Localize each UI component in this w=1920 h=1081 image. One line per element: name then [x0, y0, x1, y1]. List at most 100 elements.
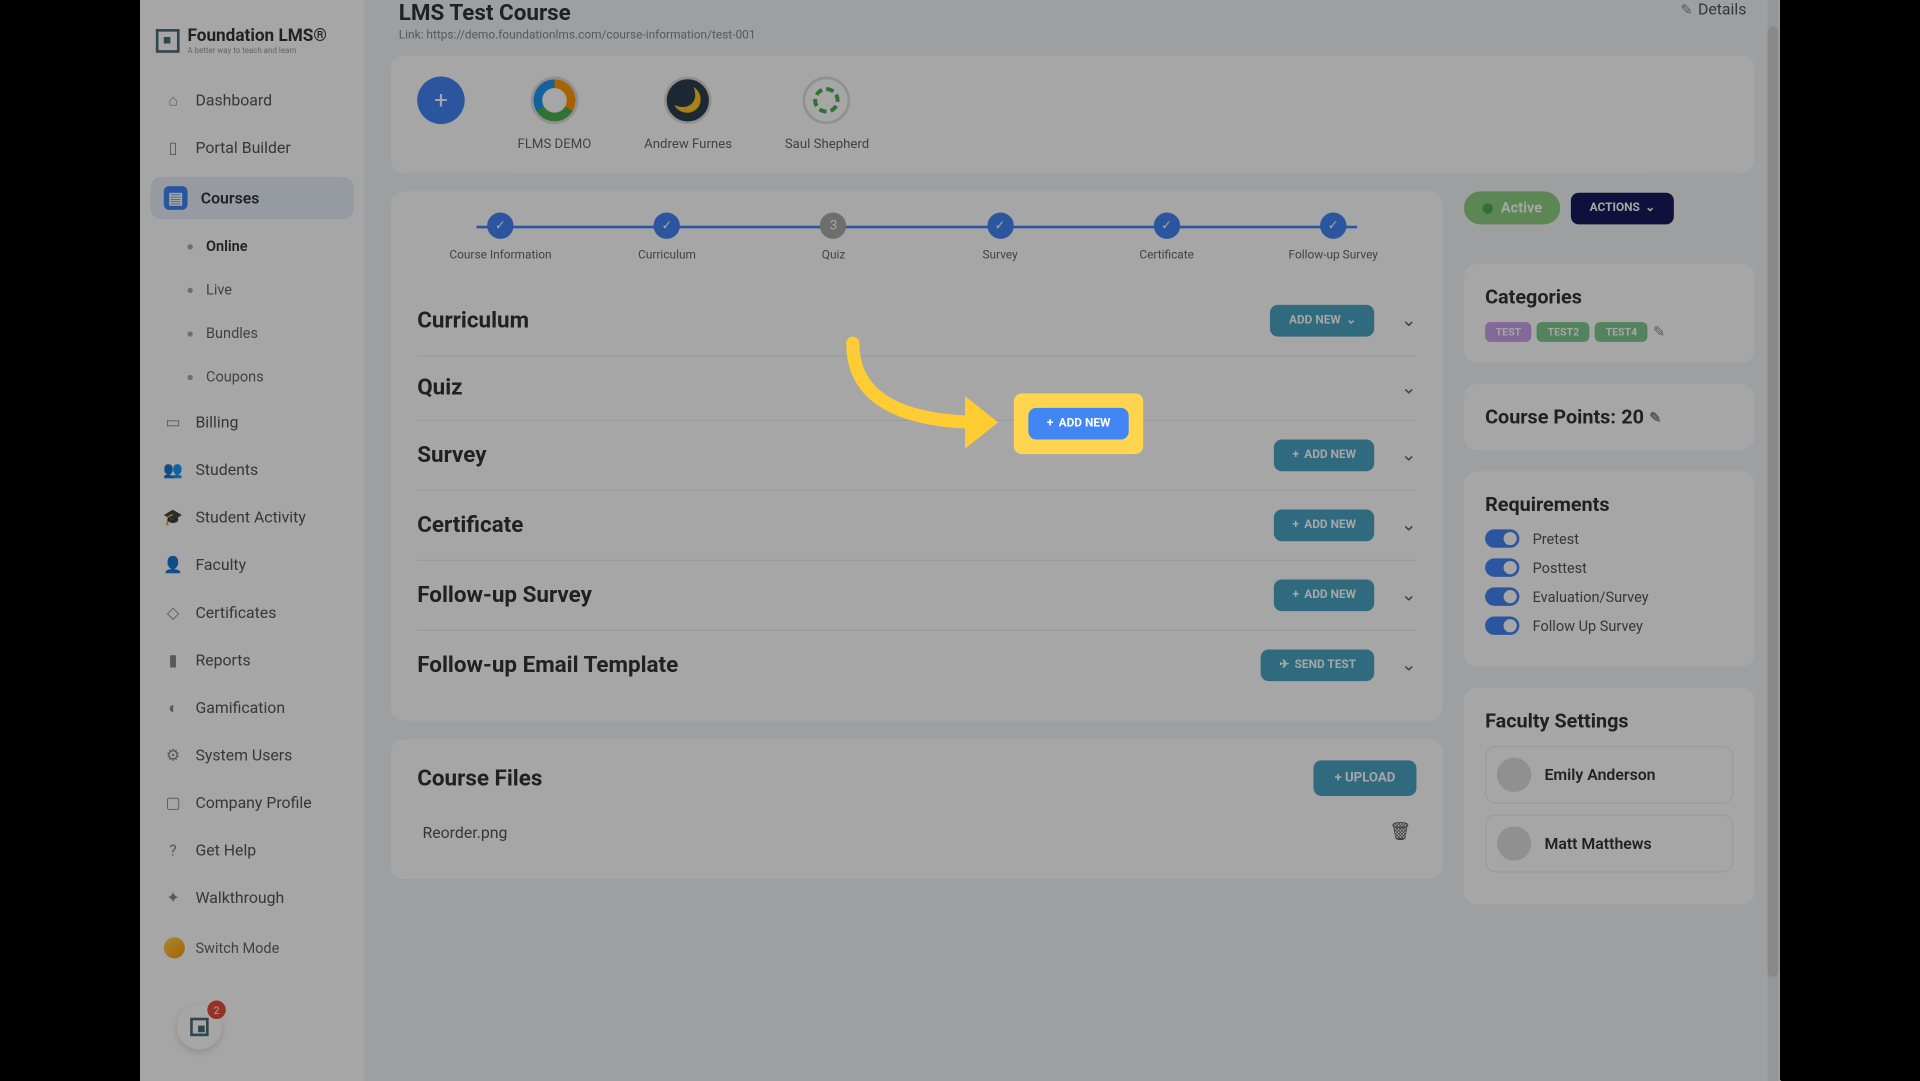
- scrollbar-thumb[interactable]: [1768, 26, 1779, 976]
- expand-quiz[interactable]: ⌄: [1401, 378, 1416, 399]
- avatar-demo-icon: [531, 77, 579, 125]
- faculty-row[interactable]: Matt Matthews: [1485, 814, 1733, 872]
- chart-icon: ▮: [164, 651, 182, 669]
- section-curriculum: Curriculum ADD NEW ⌄ ⌄: [417, 286, 1416, 356]
- plus-icon: +: [1292, 449, 1298, 462]
- nav-gamification[interactable]: ◐Gamification: [151, 689, 354, 726]
- section-survey: Survey + ADD NEW ⌄: [417, 421, 1416, 491]
- avatar-item[interactable]: FLMS DEMO: [518, 77, 592, 152]
- check-icon: ✓: [1320, 213, 1346, 239]
- details-button[interactable]: ✎Details: [1681, 0, 1747, 18]
- step-course-info[interactable]: ✓Course Information: [417, 213, 584, 263]
- nav-portal-builder[interactable]: ▯Portal Builder: [151, 129, 354, 166]
- expand-certificate[interactable]: ⌄: [1401, 515, 1416, 536]
- person-icon: 👤: [164, 556, 182, 574]
- step-curriculum[interactable]: ✓Curriculum: [584, 213, 751, 263]
- files-card: Course Files + UPLOAD Reorder.png 🗑: [391, 739, 1443, 879]
- add-survey-button[interactable]: + ADD NEW: [1274, 440, 1375, 472]
- send-icon: ✈: [1279, 659, 1289, 672]
- add-curriculum-button[interactable]: ADD NEW ⌄: [1270, 305, 1374, 337]
- expand-email[interactable]: ⌄: [1401, 655, 1416, 676]
- main-content: LMS Test Course Link: https://demo.found…: [364, 0, 1780, 1081]
- file-row: Reorder.png 🗑: [417, 807, 1416, 858]
- walk-icon: ✦: [164, 888, 182, 906]
- req-evaluation: Evaluation/Survey: [1485, 587, 1733, 605]
- plus-icon: +: [1334, 771, 1341, 786]
- page-header: LMS Test Course Link: https://demo.found…: [391, 0, 1755, 55]
- nav-walkthrough[interactable]: ✦Walkthrough: [151, 879, 354, 916]
- status-pill[interactable]: Active: [1464, 191, 1561, 224]
- delete-file-button[interactable]: 🗑: [1389, 822, 1411, 842]
- category-tag[interactable]: TEST4: [1595, 322, 1648, 342]
- nav-get-help[interactable]: ?Get Help: [151, 832, 354, 869]
- category-tag[interactable]: TEST: [1485, 322, 1532, 342]
- toggle-evaluation[interactable]: [1485, 587, 1519, 605]
- toggle-pretest[interactable]: [1485, 529, 1519, 547]
- toggle-posttest[interactable]: [1485, 558, 1519, 576]
- admin-icon: ⚙: [164, 746, 182, 764]
- add-followup-button[interactable]: + ADD NEW: [1274, 579, 1375, 611]
- req-posttest: Posttest: [1485, 558, 1733, 576]
- files-heading: Course Files: [417, 765, 542, 791]
- step-quiz[interactable]: 3Quiz: [750, 213, 917, 263]
- expand-survey[interactable]: ⌄: [1401, 445, 1416, 466]
- faculty-row[interactable]: Emily Anderson: [1485, 746, 1733, 804]
- nav-courses-bundles[interactable]: Bundles: [151, 317, 354, 350]
- step-survey[interactable]: ✓Survey: [917, 213, 1084, 263]
- chevron-down-icon: ⌄: [1346, 314, 1356, 327]
- side-panel: Active ACTIONS ⌄ Categories TEST TEST2 T…: [1464, 191, 1754, 904]
- nav-system-users[interactable]: ⚙System Users: [151, 737, 354, 774]
- add-quiz-button[interactable]: + ADD NEW: [1028, 408, 1129, 440]
- book-icon: ▤: [164, 186, 188, 210]
- expand-followup[interactable]: ⌄: [1401, 585, 1416, 606]
- check-icon: ✓: [987, 213, 1013, 239]
- game-icon: ◐: [164, 698, 182, 716]
- nav-courses-live[interactable]: Live: [151, 273, 354, 306]
- nav-certificates[interactable]: ◇Certificates: [151, 594, 354, 631]
- switch-mode[interactable]: Switch Mode: [151, 927, 354, 969]
- categories-card: Categories TEST TEST2 TEST4 ✎: [1464, 264, 1754, 363]
- plus-icon: +: [417, 77, 465, 125]
- nav-company-profile[interactable]: ▢Company Profile: [151, 784, 354, 821]
- logo-name: Foundation LMS®: [188, 26, 327, 46]
- nav-students[interactable]: 👥Students: [151, 451, 354, 488]
- course-title: LMS Test Course: [399, 0, 756, 26]
- nav-courses-online[interactable]: Online: [151, 230, 354, 263]
- group-icon: 👥: [164, 461, 182, 479]
- avatar-item[interactable]: Saul Shepherd: [785, 77, 869, 152]
- nav-reports[interactable]: ▮Reports: [151, 642, 354, 679]
- edit-categories[interactable]: ✎: [1653, 323, 1665, 340]
- nav-faculty[interactable]: 👤Faculty: [151, 546, 354, 583]
- step-num: 3: [820, 213, 846, 239]
- nav-courses-coupons[interactable]: Coupons: [151, 360, 354, 393]
- logo-icon: [156, 29, 180, 53]
- sections-card: ✓Course Information ✓Curriculum 3Quiz ✓S…: [391, 191, 1443, 720]
- logo-tagline: A better way to teach and learn: [188, 46, 327, 55]
- req-pretest: Pretest: [1485, 529, 1733, 547]
- chat-badge: 2: [207, 1001, 225, 1019]
- expand-curriculum[interactable]: ⌄: [1401, 310, 1416, 331]
- avatar-andrew-icon: 🌙: [664, 77, 712, 125]
- scrollbar[interactable]: [1768, 0, 1779, 1081]
- nav-billing[interactable]: ▭Billing: [151, 404, 354, 441]
- build-icon: ▯: [164, 139, 182, 157]
- section-email: Follow-up Email Template ✈ SEND TEST ⌄: [417, 631, 1416, 700]
- nav-dashboard[interactable]: ⌂Dashboard: [151, 82, 354, 119]
- add-instructor[interactable]: +: [417, 77, 465, 138]
- toggle-followup[interactable]: [1485, 616, 1519, 634]
- points-card: Course Points: 20 ✎: [1464, 384, 1754, 450]
- nav-student-activity[interactable]: 🎓Student Activity: [151, 499, 354, 536]
- send-test-button[interactable]: ✈ SEND TEST: [1261, 649, 1375, 681]
- chat-bubble[interactable]: 2: [177, 1005, 222, 1050]
- upload-button[interactable]: + UPLOAD: [1313, 760, 1416, 796]
- avatar-item[interactable]: 🌙 Andrew Furnes: [644, 77, 732, 152]
- step-followup[interactable]: ✓Follow-up Survey: [1250, 213, 1417, 263]
- edit-points[interactable]: ✎: [1649, 409, 1661, 426]
- add-certificate-button[interactable]: + ADD NEW: [1274, 510, 1375, 542]
- home-icon: ⌂: [164, 91, 182, 109]
- category-tag[interactable]: TEST2: [1537, 322, 1590, 342]
- actions-button[interactable]: ACTIONS ⌄: [1571, 192, 1673, 224]
- cert-icon: ◇: [164, 603, 182, 621]
- nav-courses[interactable]: ▤Courses: [151, 177, 354, 219]
- step-certificate[interactable]: ✓Certificate: [1083, 213, 1250, 263]
